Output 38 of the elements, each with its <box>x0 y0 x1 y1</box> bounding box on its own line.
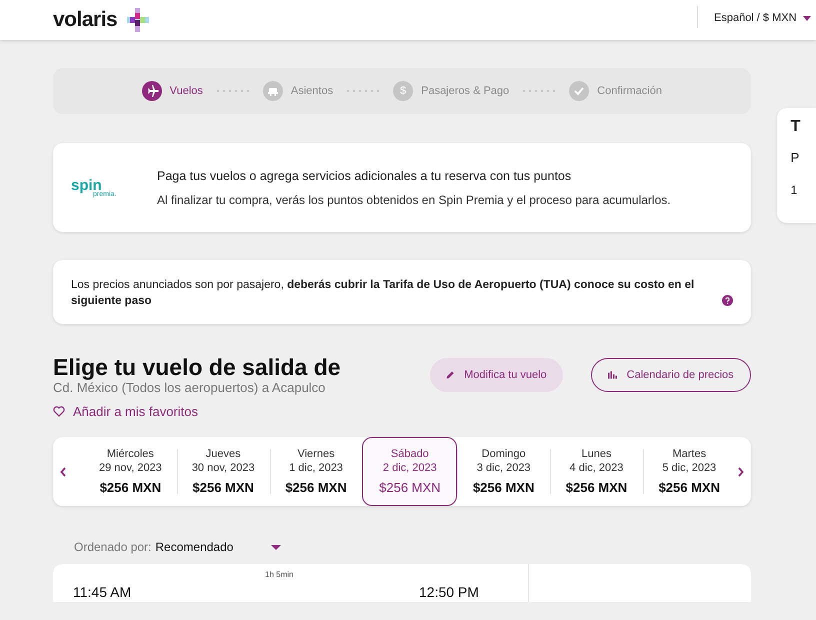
date-tab[interactable]: Martes 5 dic, 2023 $256 MXN <box>642 437 736 506</box>
arrival-time: 12:50 PM <box>419 585 479 600</box>
date-tab[interactable]: Jueves 30 nov, 2023 $256 MXN <box>176 437 270 506</box>
caret-icon[interactable] <box>271 544 282 550</box>
date-tab[interactable]: Domingo 3 dic, 2023 $256 MXN <box>457 437 550 506</box>
panel-title: T <box>790 118 802 137</box>
departure-time: 11:45 AM <box>73 585 132 600</box>
panel-text: 1 <box>790 183 798 197</box>
route-text: Cd. México (Todos los aeropuertos) a Acapulco <box>53 380 326 395</box>
promo-text: Al finalizar tu compra, verás los puntos obtenidos en Spin Premia y el proceso para acumularlos. <box>157 192 671 206</box>
dollar-step-icon: $ <box>393 81 414 101</box>
logo-plus-icon <box>127 8 150 32</box>
sort-label: Ordenado por: <box>74 540 152 554</box>
bar-chart-icon <box>608 370 617 380</box>
help-icon[interactable] <box>722 295 733 306</box>
page-heading: Elige tu vuelo de salida de <box>53 354 341 380</box>
step-label: Vuelos <box>170 85 203 97</box>
logo-wordmark[interactable]: volaris <box>53 8 118 32</box>
loyalty-logo: spin <box>71 178 102 192</box>
promo-title: Paga tus vuelos o agrega servicios adicionales a tu reserva con tus puntos <box>157 168 572 182</box>
date-tab[interactable]: Miércoles 29 nov, 2023 $256 MXN <box>84 437 177 506</box>
step-label: Pasajeros & Pago <box>421 85 510 97</box>
date-tab[interactable]: Viernes 1 dic, 2023 $256 MXN <box>270 437 362 506</box>
caret-icon <box>802 16 811 20</box>
sort-dropdown[interactable]: Recomendado <box>155 540 234 554</box>
heart-icon[interactable] <box>53 406 65 417</box>
price-calendar-button[interactable]: Calendario de precios <box>590 358 751 392</box>
panel-text: P <box>790 149 800 167</box>
step-label: Confirmación <box>597 85 662 97</box>
modify-flight-button[interactable]: Modifica tu vuelo <box>430 358 563 392</box>
date-tab[interactable]: Lunes 4 dic, 2023 $256 MXN <box>550 437 643 506</box>
step-label: Asientos <box>290 85 334 97</box>
fare-notice-text: Los precios anunciados son por pasajero, deberás cubrir la Tarifa de Uso de Aeropuerto (TUA) conoce su costo en el siguiente paso <box>71 278 696 309</box>
date-tab[interactable]: Sábado 2 dic, 2023 $256 MXN <box>362 437 458 506</box>
add-favorite-link[interactable]: Añadir a mis favoritos <box>73 404 198 419</box>
flight-duration: 1h 5min <box>265 570 294 579</box>
language-currency-selector[interactable]: Español / $ MXN <box>714 12 811 24</box>
pencil-icon <box>446 369 454 381</box>
